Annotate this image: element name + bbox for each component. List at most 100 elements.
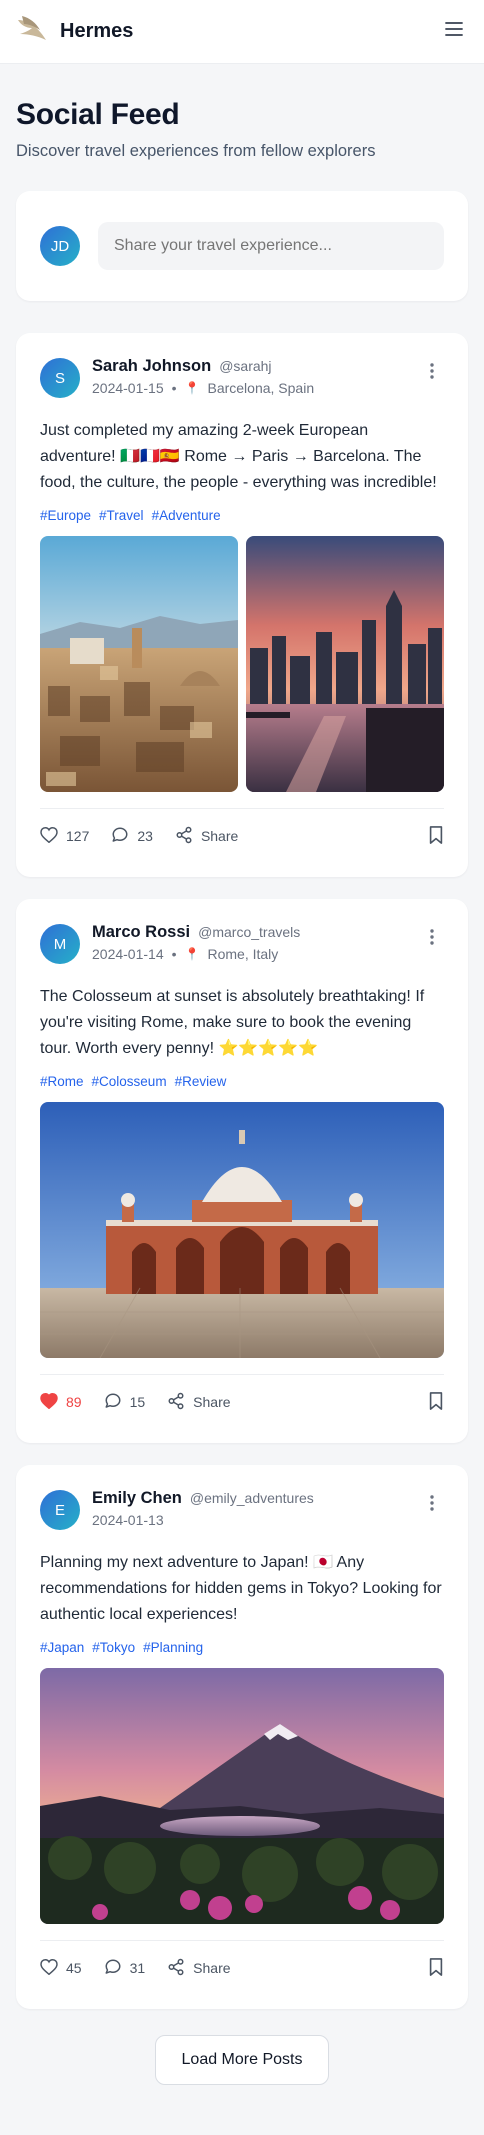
hashtag-link[interactable]: #Review (175, 1074, 227, 1089)
share-icon (175, 826, 193, 847)
heart-icon (40, 1958, 58, 1978)
post-text: The Colosseum at sunset is absolutely br… (40, 988, 425, 1057)
hashtag-link[interactable]: #Planning (143, 1640, 203, 1655)
share-label: Share (200, 828, 239, 844)
comment-count: 31 (129, 1960, 146, 1976)
hashtag-list: #Rome #Colosseum #Review (40, 1074, 444, 1089)
comment-icon (104, 1958, 122, 1979)
like-button[interactable]: 45 (40, 1958, 82, 1978)
avatar[interactable]: M (40, 924, 80, 964)
brand[interactable]: Hermes (16, 14, 133, 49)
comment-button[interactable]: 15 (104, 1392, 146, 1413)
heart-filled-icon (40, 1392, 58, 1412)
bookmark-button[interactable] (428, 1957, 444, 1979)
avatar[interactable]: E (40, 1490, 80, 1530)
bookmark-button[interactable] (428, 1391, 444, 1413)
post-image-gallery (40, 536, 444, 792)
post-card: M Marco Rossi @marco_travels 2024-01-14 … (16, 899, 468, 1443)
hashtag-link[interactable]: #Tokyo (92, 1640, 135, 1655)
post-actions: 127 23 Share (40, 809, 444, 863)
hashtag-link[interactable]: #Japan (40, 1640, 84, 1655)
post-card: S Sarah Johnson @sarahj 2024-01-15 • 📍 B… (16, 333, 468, 877)
post-text: Just completed my amazing 2-week Europea… (40, 422, 437, 491)
avatar[interactable]: S (40, 358, 80, 398)
post-image-mount-fuji[interactable] (40, 1668, 444, 1924)
post-date: 2024-01-14 (92, 946, 164, 962)
page-subtitle: Discover travel experiences from fellow … (16, 142, 376, 160)
post-location: Rome, Italy (207, 946, 279, 962)
post-composer: JD (16, 191, 468, 301)
author-name[interactable]: Sarah Johnson (92, 357, 211, 376)
more-vertical-icon (430, 1494, 434, 1516)
post-date: 2024-01-15 (92, 380, 164, 396)
post-image-gallery (40, 1668, 444, 1924)
like-count: 89 (66, 1394, 82, 1410)
hashtag-list: #Japan #Tokyo #Planning (40, 1640, 444, 1655)
share-icon (167, 1392, 185, 1413)
share-label: Share (193, 1960, 231, 1976)
author-info: Marco Rossi @marco_travels 2024-01-14 • … (92, 923, 408, 962)
post-image-monument[interactable] (40, 1102, 444, 1358)
post-image-rome[interactable] (40, 536, 238, 792)
post-text: Planning my next adventure to Japan! 🇯🇵 … (40, 1554, 442, 1623)
like-count: 45 (66, 1960, 82, 1976)
author-name[interactable]: Marco Rossi (92, 923, 190, 942)
post-actions: 45 31 Share (40, 1941, 444, 1995)
more-vertical-icon (430, 362, 434, 384)
comment-count: 23 (137, 828, 153, 844)
share-button[interactable]: Share (167, 1958, 231, 1979)
comment-icon (111, 826, 129, 847)
hashtag-link[interactable]: #Adventure (152, 508, 221, 523)
share-button[interactable]: Share (167, 1392, 231, 1413)
bookmark-icon (428, 1391, 444, 1413)
comment-button[interactable]: 31 (104, 1958, 146, 1979)
page-title: Social Feed (16, 98, 180, 131)
top-bar: Hermes (0, 0, 484, 64)
comment-icon (104, 1392, 122, 1413)
bookmark-icon (428, 825, 444, 847)
hashtag-link[interactable]: #Europe (40, 508, 91, 523)
comment-count: 15 (129, 1394, 146, 1410)
heart-icon (40, 826, 58, 846)
post-header: E Emily Chen @emily_adventures 2024-01-1… (40, 1489, 444, 1530)
post-location: Barcelona, Spain (207, 380, 315, 396)
bookmark-button[interactable] (428, 825, 444, 847)
load-more-button[interactable]: Load More Posts (155, 2035, 329, 2085)
post-actions: 89 15 Share (40, 1375, 444, 1429)
like-button[interactable]: 89 (40, 1392, 82, 1412)
post-header: M Marco Rossi @marco_travels 2024-01-14 … (40, 923, 444, 964)
hashtag-link[interactable]: #Rome (40, 1074, 84, 1089)
comment-button[interactable]: 23 (111, 826, 153, 847)
location-pin-icon: 📍 (184, 381, 200, 395)
author-handle: @sarahj (219, 358, 272, 374)
author-info: Emily Chen @emily_adventures 2024-01-13 (92, 1489, 408, 1528)
more-vertical-icon (430, 928, 434, 950)
author-handle: @marco_travels (198, 924, 301, 940)
post-options-button[interactable] (420, 927, 444, 951)
post-image-skyline[interactable] (246, 536, 444, 792)
menu-button[interactable] (440, 18, 468, 46)
hamburger-icon (445, 22, 463, 41)
share-button[interactable]: Share (175, 826, 238, 847)
post-options-button[interactable] (420, 1493, 444, 1517)
post-image-gallery (40, 1102, 444, 1358)
post-date: 2024-01-13 (92, 1512, 164, 1528)
like-button[interactable]: 127 (40, 826, 90, 846)
hashtag-link[interactable]: #Travel (99, 508, 144, 523)
location-pin-icon: 📍 (184, 947, 200, 961)
author-name[interactable]: Emily Chen (92, 1489, 182, 1508)
share-experience-input[interactable] (98, 222, 444, 270)
app-name: Hermes (60, 20, 134, 42)
hashtag-list: #Europe #Travel #Adventure (40, 508, 444, 523)
author-handle: @emily_adventures (189, 1490, 314, 1506)
hashtag-link[interactable]: #Colosseum (92, 1074, 167, 1089)
author-info: Sarah Johnson @sarahj 2024-01-15 • 📍 Bar… (92, 357, 408, 396)
bookmark-icon (428, 1957, 444, 1979)
post-options-button[interactable] (420, 361, 444, 385)
avatar: JD (40, 226, 80, 266)
load-more-container: Load More Posts (0, 2035, 484, 2085)
like-count: 127 (66, 828, 90, 844)
share-label: Share (193, 1394, 231, 1410)
post-header: S Sarah Johnson @sarahj 2024-01-15 • 📍 B… (40, 357, 444, 398)
share-icon (167, 1958, 185, 1979)
